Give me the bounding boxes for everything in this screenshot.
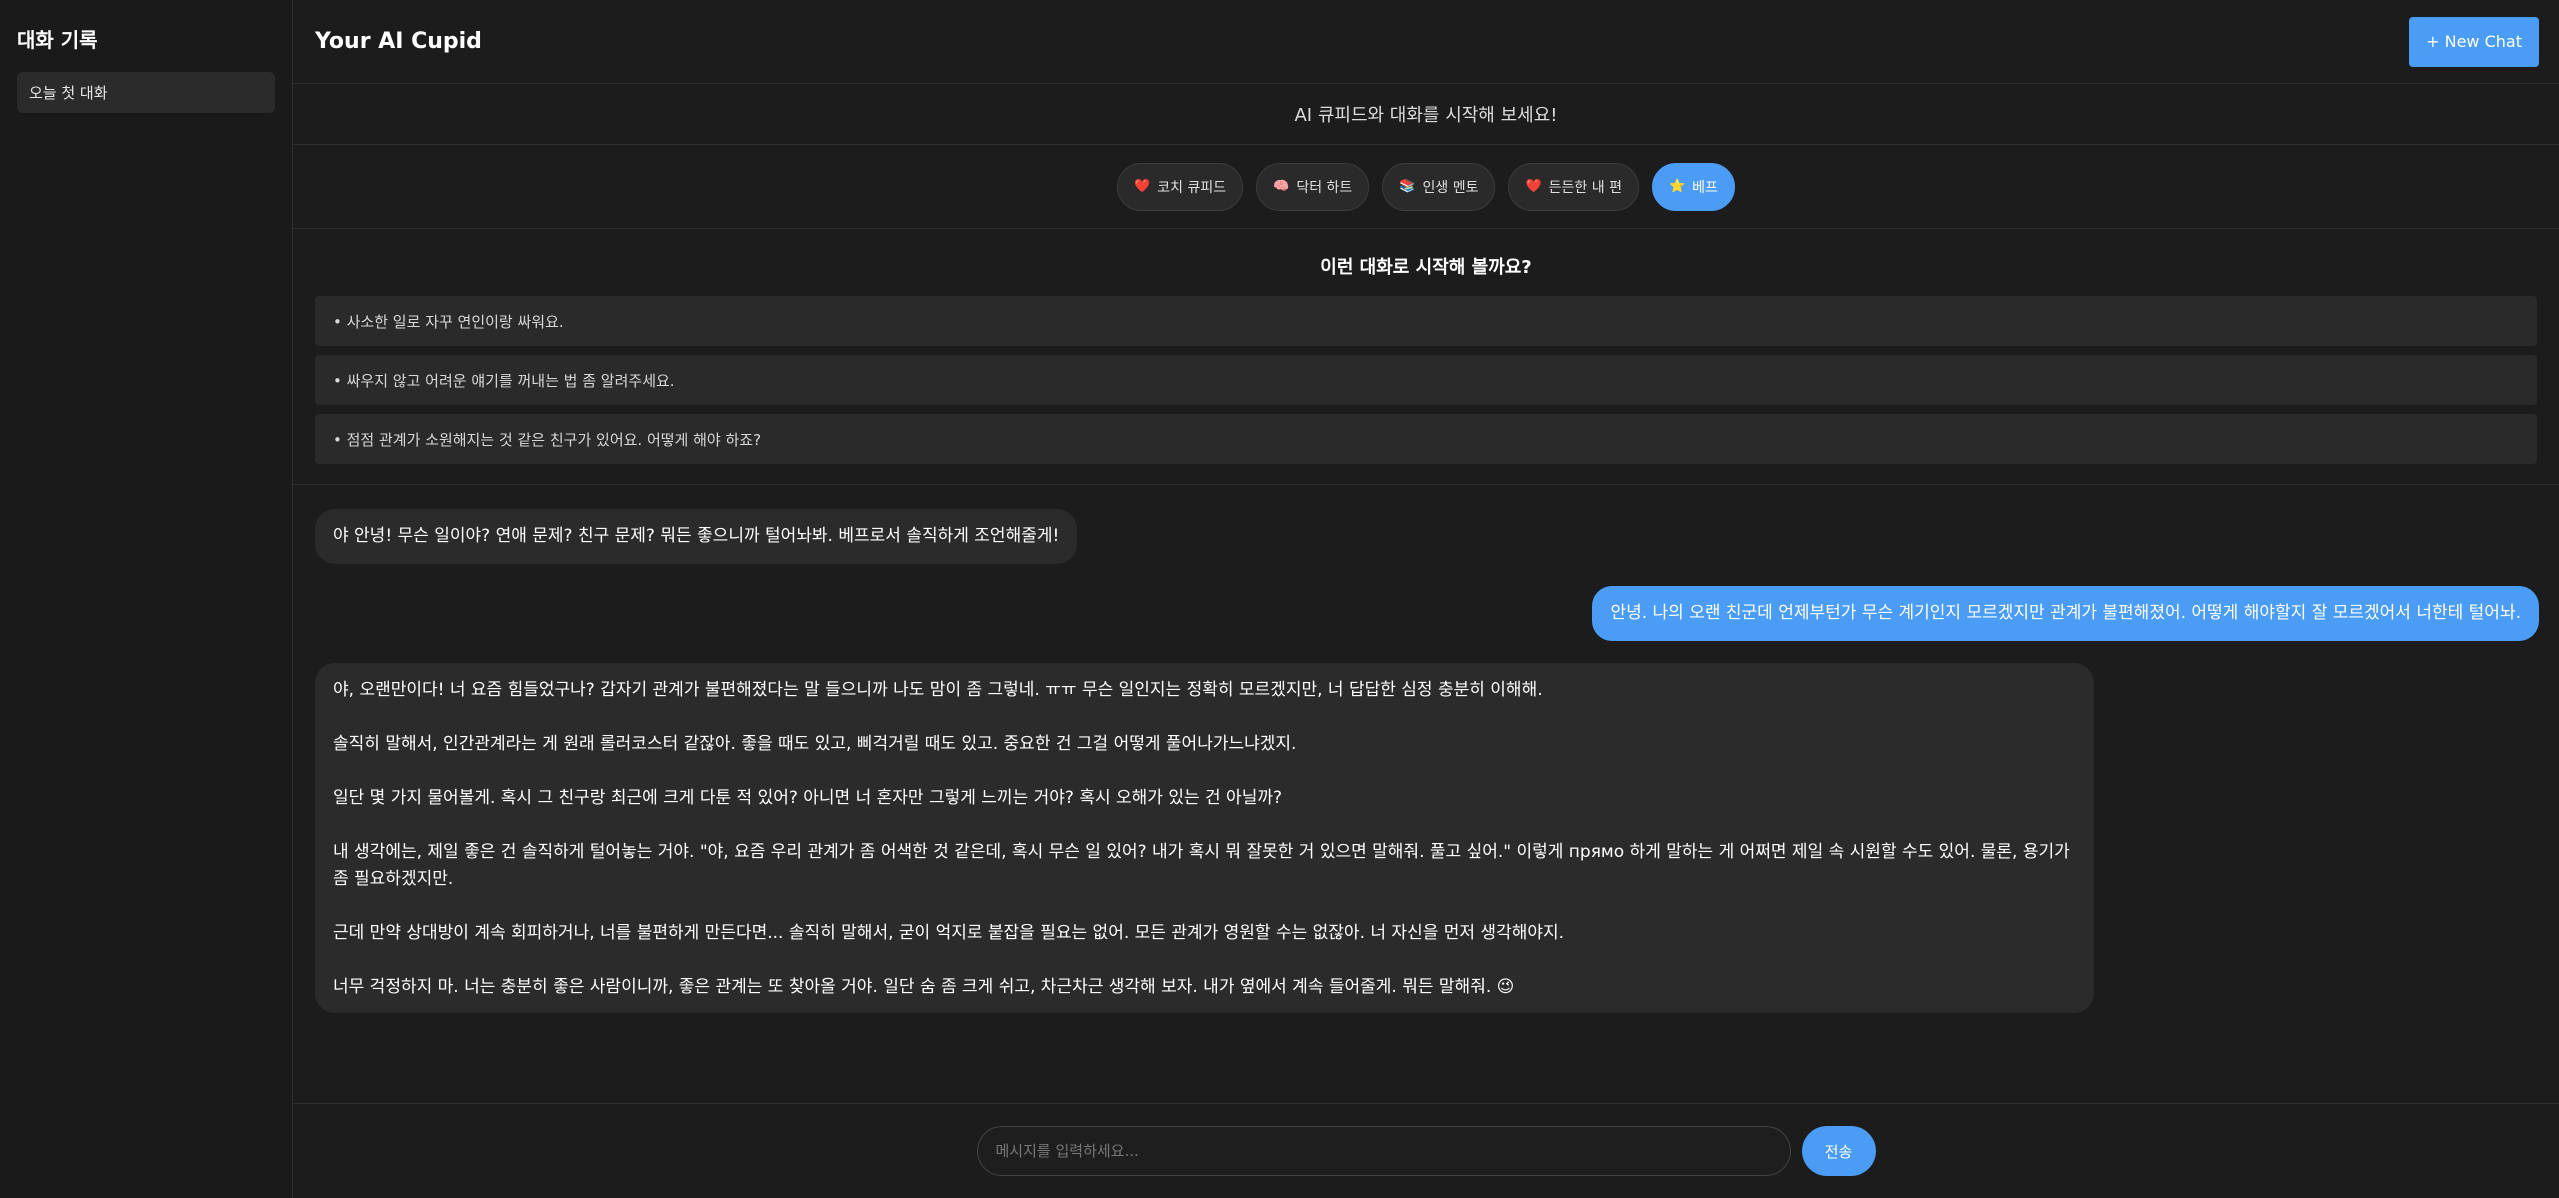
message-paragraph: 야, 오랜만이다! 너 요즘 힘들었구나? 갑자기 관계가 불편해졌다는 말 들… (333, 680, 1543, 700)
message-row: 야, 오랜만이다! 너 요즘 힘들었구나? 갑자기 관계가 불편해졌다는 말 들… (315, 663, 2539, 1013)
suggestion-item[interactable]: • 점점 관계가 소원해지는 것 같은 친구가 있어요. 어떻게 해야 하죠? (315, 414, 2537, 464)
suggestions-panel: 이런 대화로 시작해 볼까요? • 사소한 일로 자꾸 연인이랑 싸워요. • … (293, 229, 2559, 485)
persona-button-my-side[interactable]: ❤️ 든든한 내 편 (1508, 162, 1639, 211)
main-panel: Your AI Cupid + New Chat AI 큐피드와 대화를 시작해… (293, 0, 2559, 1198)
message-paragraph: 내 생각에는, 제일 좋은 건 솔직하게 털어놓는 거야. "야, 요즘 우리 … (333, 842, 2070, 889)
persona-label: 인생 멘토 (1422, 179, 1479, 196)
header: Your AI Cupid + New Chat (293, 0, 2559, 84)
bot-message: 야 안녕! 무슨 일이야? 연애 문제? 친구 문제? 뭐든 좋으니까 털어놔봐… (315, 509, 1078, 564)
new-chat-button[interactable]: + New Chat (2409, 16, 2539, 67)
app-title: Your AI Cupid (315, 29, 482, 54)
message-paragraph: 일단 몇 가지 물어볼게. 혹시 그 친구랑 최근에 크게 다툰 적 있어? 아… (333, 788, 1282, 808)
books-icon: 📚 (1399, 179, 1416, 194)
message-paragraph: 근데 만약 상대방이 계속 회피하거나, 너를 불편하게 만든다면... 솔직히… (333, 923, 1565, 943)
persona-label: 닥터 하트 (1296, 179, 1353, 196)
sidebar-title: 대화 기록 (17, 28, 98, 52)
persona-selector: ❤️ 코치 큐피드 🧠 닥터 하트 📚 인생 멘토 ❤️ 든든한 내 편 ⭐ 베… (293, 145, 2559, 229)
sidebar: 대화 기록 오늘 첫 대화 (0, 0, 293, 1198)
message-input-bar: 전송 (293, 1103, 2559, 1198)
heart-icon: ❤️ (1134, 179, 1151, 194)
chat-area: 야 안녕! 무슨 일이야? 연애 문제? 친구 문제? 뭐든 좋으니까 털어놔봐… (293, 485, 2559, 1103)
suggestion-item[interactable]: • 사소한 일로 자꾸 연인이랑 싸워요. (315, 296, 2537, 346)
persona-button-doctor-heart[interactable]: 🧠 닥터 하트 (1256, 162, 1370, 211)
persona-button-bff[interactable]: ⭐ 베프 (1651, 162, 1735, 211)
message-paragraph: 너무 걱정하지 마. 너는 충분히 좋은 사람이니까, 좋은 관계는 또 찾아올… (333, 977, 1515, 997)
heart-icon: ❤️ (1525, 179, 1542, 194)
brain-icon: 🧠 (1273, 179, 1290, 194)
app-root: 대화 기록 오늘 첫 대화 Your AI Cupid + New Chat A… (0, 0, 2559, 1198)
persona-label: 든든한 내 편 (1548, 179, 1622, 196)
send-button[interactable]: 전송 (1801, 1126, 1876, 1176)
suggestion-item[interactable]: • 싸우지 않고 어려운 얘기를 꺼내는 법 좀 알려주세요. (315, 355, 2537, 405)
persona-label: 코치 큐피드 (1157, 179, 1227, 196)
message-row: 안녕. 나의 오랜 친군데 언제부턴가 무슨 계기인지 모르겠지만 관계가 불편… (315, 586, 2539, 641)
subtitle: AI 큐피드와 대화를 시작해 보세요! (293, 84, 2559, 145)
persona-button-coach-cupid[interactable]: ❤️ 코치 큐피드 (1117, 162, 1244, 211)
persona-label: 베프 (1692, 179, 1718, 196)
persona-button-life-mentor[interactable]: 📚 인생 멘토 (1382, 162, 1496, 211)
user-message: 안녕. 나의 오랜 친군데 언제부턴가 무슨 계기인지 모르겠지만 관계가 불편… (1592, 586, 2539, 641)
message-paragraph: 솔직히 말해서, 인간관계라는 게 원래 롤러코스터 같잖아. 좋을 때도 있고… (333, 734, 1297, 754)
bot-message: 야, 오랜만이다! 너 요즘 힘들었구나? 갑자기 관계가 불편해졌다는 말 들… (315, 663, 2094, 1013)
history-item[interactable]: 오늘 첫 대화 (17, 72, 275, 113)
star-icon: ⭐ (1668, 179, 1686, 194)
suggestions-title: 이런 대화로 시작해 볼까요? (1320, 257, 1532, 278)
message-row: 야 안녕! 무슨 일이야? 연애 문제? 친구 문제? 뭐든 좋으니까 털어놔봐… (315, 509, 2539, 564)
message-input[interactable] (976, 1126, 1791, 1176)
